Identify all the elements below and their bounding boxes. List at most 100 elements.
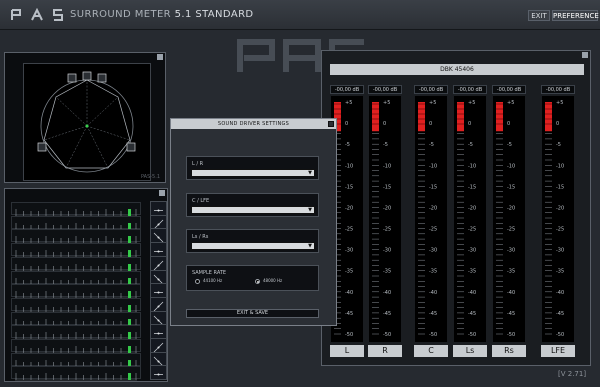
center-channel-group: C / LFE ▼	[186, 193, 319, 217]
speaker-c-icon	[82, 71, 92, 81]
phase-row	[11, 297, 141, 313]
rate-44100-radio[interactable]	[195, 279, 200, 284]
scale-label: -35	[507, 269, 515, 275]
channel-name-button[interactable]: LFE	[541, 345, 575, 357]
scale-label: -45	[507, 311, 515, 317]
scale-label: 0	[345, 121, 348, 127]
phase-row	[11, 270, 141, 285]
scale-label: -30	[345, 248, 353, 254]
scale-label: -10	[345, 163, 353, 169]
surround-channel-select[interactable]: ▼	[191, 242, 315, 250]
phase-row	[11, 311, 141, 326]
scale-label: -20	[345, 205, 353, 211]
dialog-close-icon[interactable]	[328, 121, 334, 127]
scale-label: -20	[468, 205, 476, 211]
phase-close-icon[interactable]	[159, 190, 165, 196]
scale-label: -40	[507, 290, 515, 296]
surround-meter-window: SURROUND METER 5.1 STANDARD EXIT PREFERE…	[0, 0, 600, 387]
phase-row	[11, 256, 141, 272]
phase-row	[11, 366, 141, 381]
scale-label: -50	[556, 332, 564, 338]
scale-label: -15	[345, 184, 353, 190]
title-bar: SURROUND METER 5.1 STANDARD EXIT PREFERE…	[0, 0, 600, 30]
scale-label: -30	[383, 248, 391, 254]
surround-channel-group: Ls / Rs ▼	[186, 229, 319, 253]
meter-channel-rs: -00,00 dB +5 0 -5 -10 -15 -20 -25 -30 -35 -40 -45 -5…	[492, 85, 526, 357]
scale-label: -25	[468, 227, 476, 233]
scale-label: -30	[468, 248, 476, 254]
scale-label: 0	[507, 121, 510, 127]
meter-scale: +5 0 -5 -10 -15 -20 -25 -30 -35 -40 -45 -50	[418, 100, 437, 338]
scale-label: -20	[383, 205, 391, 211]
phase-meter-panel	[4, 188, 168, 382]
pas-logo-icon	[11, 8, 63, 21]
scale-label: -40	[468, 290, 476, 296]
channel-name-button[interactable]: R	[368, 345, 402, 357]
scale-label: -5	[429, 142, 434, 148]
scale-label: -30	[507, 248, 515, 254]
scale-label: +5	[468, 100, 475, 106]
scale-label: -25	[507, 227, 515, 233]
front-channel-label: L / R	[192, 161, 204, 167]
surround-scope-graphic	[37, 71, 136, 173]
scale-label: 0	[556, 121, 559, 127]
scale-label: -15	[383, 184, 391, 190]
meters-close-icon[interactable]	[582, 52, 588, 58]
front-channel-select[interactable]: ▼	[191, 169, 315, 177]
scale-label: -40	[556, 290, 564, 296]
scale-label: -15	[468, 184, 476, 190]
center-channel-select[interactable]: ▼	[191, 206, 315, 214]
scale-label: +5	[507, 100, 514, 106]
scale-label: +5	[556, 100, 563, 106]
phase-row	[11, 229, 141, 244]
scale-label: -5	[345, 142, 350, 148]
preferences-button[interactable]: PREFERENCE	[552, 10, 599, 21]
level-meters-panel: DBK 45406 -00,00 dB +5 0 -5 -10 -15 -20 -25 -30-…	[321, 50, 591, 366]
scale-label: -35	[383, 269, 391, 275]
scale-label: -15	[429, 184, 437, 190]
phase-row	[11, 243, 141, 258]
level-bar	[457, 102, 464, 132]
dialog-title: SOUND DRIVER SETTINGS	[217, 121, 290, 127]
channel-name-button[interactable]: Rs	[492, 345, 526, 357]
chevron-down-icon: ▼	[308, 243, 312, 249]
scale-label: -50	[345, 332, 353, 338]
phase-direction-icon[interactable]	[150, 365, 167, 381]
phase-row	[11, 215, 141, 230]
channel-name-button[interactable]: L	[330, 345, 364, 357]
scale-label: -35	[429, 269, 437, 275]
scale-label: -25	[429, 227, 437, 233]
scale-label: -5	[383, 142, 388, 148]
meter-channel-c: -00,00 dB +5 0 -5 -10 -15 -20 -25 -30 -35 -40 -45 -5…	[414, 85, 448, 357]
app-title-version: 5.1 STANDARD	[174, 9, 254, 20]
chevron-down-icon: ▼	[308, 207, 312, 213]
scale-label: -50	[383, 332, 391, 338]
chevron-down-icon: ▼	[308, 170, 312, 176]
scale-label: -40	[429, 290, 437, 296]
exit-button[interactable]: EXIT	[528, 10, 550, 21]
surround-close-icon[interactable]	[157, 54, 163, 60]
speaker-r-icon	[97, 73, 107, 83]
meter-scale: +5 0 -5 -10 -15 -20 -25 -30 -35 -40 -45 -50	[496, 100, 515, 338]
meter-scale: +5 0 -5 -10 -15 -20 -25 -30 -35 -40 -45 -50	[372, 100, 391, 338]
scale-label: -45	[383, 311, 391, 317]
level-bar	[372, 102, 379, 132]
exit-and-save-button[interactable]: EXIT & SAVE	[186, 309, 319, 318]
scale-label: -10	[468, 163, 476, 169]
rate-48000-radio[interactable]	[255, 279, 260, 284]
phase-row	[11, 284, 141, 299]
scale-label: -35	[468, 269, 476, 275]
channel-name-button[interactable]: C	[414, 345, 448, 357]
meter-channel-lfe: -00,00 dB +5 0 -5 -10 -15 -20 -25 -30 -35 -40 -45 -5…	[541, 85, 575, 357]
meter-well: +5 0 -5 -10 -15 -20 -25 -30 -35 -40 -45 -50	[493, 96, 525, 342]
scale-label: -20	[556, 205, 564, 211]
sample-rate-group: SAMPLE RATE 44100 Hz 48000 Hz	[186, 265, 319, 291]
channel-name-button[interactable]: Ls	[453, 345, 487, 357]
scale-label: 0	[468, 121, 471, 127]
scale-label: 0	[429, 121, 432, 127]
scale-label: -15	[556, 184, 564, 190]
sound-driver-settings-dialog: SOUND DRIVER SETTINGS L / R ▼ C / LFE ▼ …	[170, 118, 337, 326]
scale-label: -50	[507, 332, 515, 338]
scale-label: +5	[345, 100, 352, 106]
peak-readout: -00,00 dB	[453, 85, 487, 94]
